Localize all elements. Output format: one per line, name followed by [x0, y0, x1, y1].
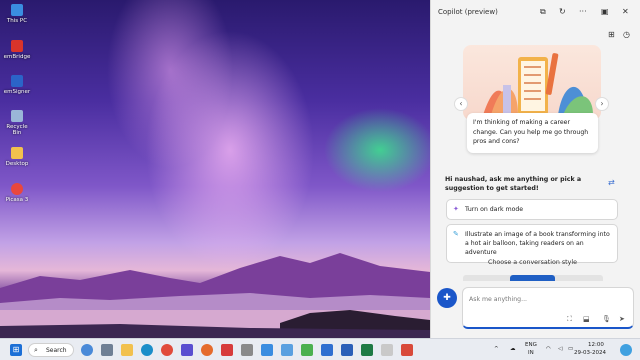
start-icon[interactable]: ⊞ [10, 344, 22, 356]
desktop-icon-recycle-bin[interactable]: Recycle Bin [2, 110, 32, 136]
new-topic-button[interactable]: ✚ [437, 288, 457, 308]
suggested-prompt-card[interactable]: I'm thinking of making a career change. … [467, 113, 598, 153]
career-illustration [483, 53, 593, 115]
folder-icon [11, 147, 23, 159]
emsigner-icon [11, 75, 23, 87]
clock-time[interactable]: 12:00 [588, 342, 604, 349]
firefox-icon[interactable] [201, 344, 213, 356]
picasa-icon [11, 183, 23, 195]
greeting-text: Hi naushad, ask me anything or pick a su… [445, 176, 582, 192]
conversation-style-balanced[interactable] [510, 275, 555, 281]
embridge-icon [11, 40, 23, 52]
taskbar: ⊞ ⌕ Search ^ ☁ ENG IN ◠ ◁ ▭ 12:00 29-03-… [0, 338, 640, 360]
chat-input[interactable] [469, 293, 629, 305]
sidebar-icon[interactable]: ▣ [601, 7, 609, 17]
show-hidden-icons-icon[interactable]: ^ [494, 346, 499, 353]
battery-icon[interactable]: ▭ [568, 346, 573, 353]
desktop-icon-picasa[interactable]: Picasa 3 [2, 183, 32, 203]
microphone-icon[interactable]: 🎙 [602, 315, 611, 323]
copilot-panel: Copilot (preview) ⧉ ↻ ··· ▣ ✕ ⊞ ◷ ‹ › I'… [430, 0, 640, 338]
clock-date[interactable]: 29-03-2024 [574, 350, 606, 357]
recycle-bin-icon [11, 110, 23, 122]
screenshot-icon[interactable]: ⛶ [567, 315, 572, 323]
app-icon-9[interactable] [401, 344, 413, 356]
edge-icon[interactable] [141, 344, 153, 356]
suggestion-dark-mode[interactable]: ✦ Turn on dark mode [446, 199, 618, 220]
plugins-icon[interactable]: ⊞ [608, 30, 615, 40]
sparkle-icon: ✦ [453, 205, 459, 213]
copilot-taskbar-icon[interactable] [81, 344, 93, 356]
paint-icon: ✎ [453, 230, 459, 238]
conversation-style-selector[interactable] [463, 275, 603, 281]
wifi-icon[interactable]: ◠ [546, 346, 551, 353]
region-indicator: IN [528, 350, 534, 356]
carousel-prev-button[interactable]: ‹ [454, 97, 468, 111]
file-explorer-icon[interactable] [121, 344, 133, 356]
onedrive-icon[interactable]: ☁ [510, 346, 516, 353]
app-icon-7[interactable] [321, 344, 333, 356]
chat-input-box[interactable]: ⛶ ⬓ 🎙 ➤ [462, 287, 634, 329]
app-icon-5[interactable] [281, 344, 293, 356]
desktop-icon-emsigner[interactable]: emSigner [2, 75, 32, 95]
conversation-style-label: Choose a conversation style [488, 259, 577, 266]
new-chat-icon: ✚ [443, 293, 451, 303]
search-icon: ⌕ [34, 346, 38, 354]
refresh-suggestions-icon[interactable]: ⇄ [608, 178, 615, 187]
taskbar-search[interactable]: ⌕ Search [28, 343, 74, 357]
carousel-next-button[interactable]: › [595, 97, 609, 111]
more-icon[interactable]: ··· [579, 7, 587, 17]
copilot-title: Copilot (preview) [438, 8, 498, 16]
history-icon[interactable]: ◷ [623, 30, 630, 40]
send-icon[interactable]: ➤ [619, 315, 625, 323]
app-icon-3[interactable] [241, 344, 253, 356]
desktop-icon-embridge[interactable]: emBridge [2, 40, 32, 60]
open-new-icon[interactable]: ⧉ [540, 7, 546, 17]
suggestion-illustration [463, 45, 601, 120]
volume-icon[interactable]: ◁ [558, 346, 562, 353]
app-icon-2[interactable] [221, 344, 233, 356]
refresh-icon[interactable]: ↻ [559, 7, 566, 17]
desktop-wallpaper: This PC emBridge emSigner Recycle Bin De… [0, 0, 430, 338]
mountain-landscape [0, 253, 430, 338]
copilot-tray-icon[interactable] [620, 344, 632, 356]
chrome-icon[interactable] [161, 344, 173, 356]
app-icon-4[interactable] [261, 344, 273, 356]
computer-icon [11, 4, 23, 16]
language-indicator[interactable]: ENG [525, 342, 537, 349]
app-icon-1[interactable] [181, 344, 193, 356]
app-icon-6[interactable] [301, 344, 313, 356]
copilot-header: Copilot (preview) ⧉ ↻ ··· ▣ ✕ [431, 0, 640, 26]
desktop-icon-this-pc[interactable]: This PC [2, 4, 32, 24]
excel-icon[interactable] [361, 344, 373, 356]
word-icon[interactable] [341, 344, 353, 356]
task-view-icon[interactable] [101, 344, 113, 356]
close-icon[interactable]: ✕ [622, 7, 629, 17]
app-icon-8[interactable] [381, 344, 393, 356]
suggestion-illustrate-book[interactable]: ✎ Illustrate an image of a book transfor… [446, 224, 618, 263]
desktop-icon-desktop-folder[interactable]: Desktop [2, 147, 32, 167]
attach-image-icon[interactable]: ⬓ [583, 315, 590, 323]
